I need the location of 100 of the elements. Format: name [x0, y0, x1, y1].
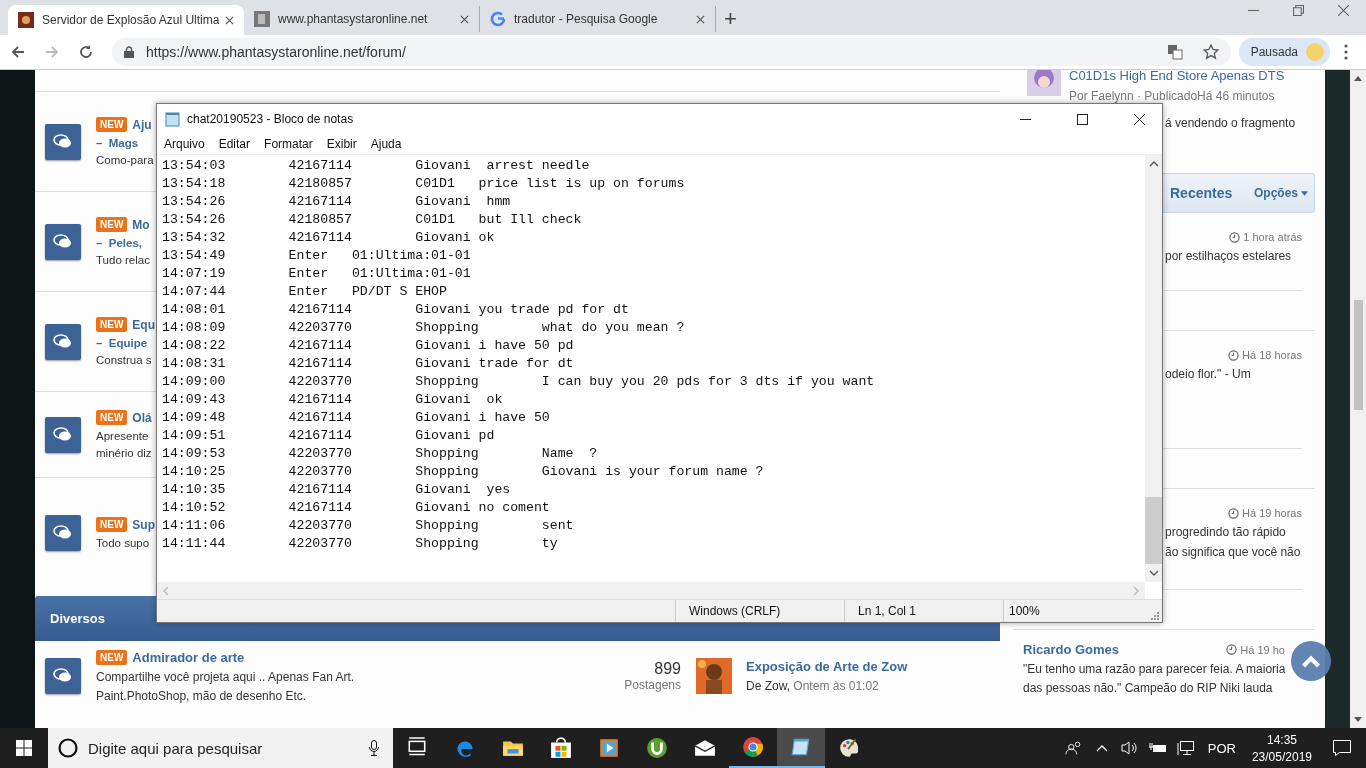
status-text: Ln 1, Col 1: [844, 600, 1003, 622]
post-excerpt: progredindo tão rápido: [1165, 524, 1286, 541]
notification-icon[interactable]: [1332, 739, 1352, 757]
forum-icon[interactable]: [45, 123, 81, 160]
status-text: Windows (CRLF): [675, 600, 844, 622]
log-line: 14:11:06 42203770 Shopping sent: [162, 517, 574, 535]
menu-item[interactable]: Formatar: [264, 137, 313, 151]
profile-button[interactable]: Pausada: [1238, 38, 1330, 66]
search-field[interactable]: Digite aqui para pesquisar: [48, 728, 393, 768]
site-icon: [254, 11, 270, 27]
clock-date[interactable]: 23/05/2019: [1251, 749, 1312, 764]
forum-icon[interactable]: [45, 515, 81, 551]
circle-icon: [58, 738, 78, 758]
forum-title[interactable]: Aju: [132, 117, 152, 132]
scroll-thumb[interactable]: [1145, 497, 1162, 564]
forum-icon[interactable]: [45, 323, 81, 360]
log-line: 13:54:32 42167114 Giovani ok: [162, 229, 495, 247]
new-badge: NEW: [96, 117, 128, 132]
scroll-thumb[interactable]: [1353, 300, 1363, 410]
topic-title[interactable]: C01D1s High End Store Apenas DTS: [1069, 70, 1285, 83]
forum-icon[interactable]: [45, 416, 81, 453]
close-icon[interactable]: [225, 15, 234, 25]
maximize-icon[interactable]: [1077, 113, 1088, 125]
back-icon[interactable]: [10, 44, 26, 60]
browser-tab[interactable]: Servidor de Explosão Azul Ultima: [8, 5, 244, 35]
menu-item[interactable]: Editar: [218, 137, 251, 151]
scroll-down-icon[interactable]: [1148, 570, 1159, 576]
browser-tab[interactable]: www.phantasystaronline.net: [244, 6, 480, 32]
log-line: 14:10:25 42203770 Shopping Giovani is your forum name ?: [162, 463, 764, 481]
site-icon: [18, 12, 34, 28]
address-bar[interactable]: https://www.phantasystaronline.net/forum/: [112, 38, 1231, 66]
forum-description: Compartilhe você projeta aqui .. Apenas Fan Art.: [96, 669, 355, 684]
post-time: Há 19 horas: [1242, 507, 1302, 519]
menu-item[interactable]: Exibir: [326, 137, 357, 151]
scrollbar[interactable]: [1145, 155, 1162, 582]
log-line: 14:08:01 42167114 Giovani you trade pd for dt: [162, 301, 629, 319]
close-icon[interactable]: [1134, 113, 1145, 125]
forum-description: minério diz: [96, 447, 152, 459]
restore-icon[interactable]: [1293, 5, 1304, 16]
taskbar-app[interactable]: [777, 728, 825, 768]
last-post-author[interactable]: De Zow,: [746, 679, 790, 693]
post-excerpt: ão significa que você não: [1165, 544, 1301, 561]
forum-title[interactable]: Mo: [132, 217, 150, 232]
palette-icon: [838, 737, 860, 759]
new-badge: NEW: [96, 649, 128, 665]
star-icon[interactable]: [1202, 44, 1219, 60]
forum-description: Todo supo: [96, 537, 150, 549]
new-badge: NEW: [96, 317, 128, 332]
log-line: 14:07:44 Enter PD/DT S EHOP: [162, 283, 447, 301]
translate-icon[interactable]: [1166, 44, 1183, 60]
post-time: 1 hora atrás: [1243, 231, 1302, 243]
menu-item[interactable]: Ajuda: [370, 137, 402, 151]
forum-icon[interactable]: [45, 223, 81, 260]
post-author[interactable]: Ricardo Gomes: [1023, 642, 1227, 657]
post-time: Há 18 horas: [1242, 349, 1302, 361]
forum-description: Tudo relac: [96, 254, 150, 266]
clock-time[interactable]: 14:35: [1266, 732, 1297, 747]
forum-title[interactable]: Olá: [132, 410, 152, 425]
post-excerpt: odeio flor." - Um: [1165, 366, 1251, 383]
microphone-icon[interactable]: [369, 740, 379, 756]
chevron-up-icon: [1301, 654, 1321, 668]
network-icon[interactable]: [1176, 740, 1195, 756]
forum-title[interactable]: Sup: [132, 517, 155, 532]
new-tab-button[interactable]: +: [716, 7, 745, 31]
forum-icon[interactable]: [45, 658, 81, 694]
people-icon[interactable]: [1064, 740, 1083, 756]
scroll-up-icon[interactable]: [1354, 76, 1362, 81]
new-badge: NEW: [96, 517, 128, 532]
browser-icon: [742, 736, 764, 758]
language-indicator[interactable]: POR: [1207, 740, 1236, 756]
post-count-label: Postagens: [623, 678, 681, 692]
log-line: 13:54:18 42180857 C01D1 price list is up on forums: [162, 175, 685, 193]
subforum-link[interactable]: – Peles,: [96, 237, 143, 249]
log-line: 14:07:19 Enter 01:Ultima:01-01: [162, 265, 471, 283]
scrollbar[interactable]: [1350, 70, 1366, 728]
log-line: 14:09:53 42203770 Shopping Name ?: [162, 445, 598, 463]
post-excerpt: das pessoas não." Campeão do RIP Niki lauda: [1023, 680, 1274, 697]
menu-icon[interactable]: [1344, 44, 1348, 60]
forum-title[interactable]: Equ: [132, 317, 155, 332]
scroll-up-icon[interactable]: [1148, 161, 1159, 167]
volume-icon[interactable]: [1120, 740, 1139, 756]
reload-icon[interactable]: [78, 44, 94, 60]
window-title: chat20190523 - Bloco de notas: [187, 112, 354, 126]
browser-tab[interactable]: tradutor - Pesquisa Google: [480, 6, 716, 32]
options-button[interactable]: Opções: [1254, 186, 1308, 200]
log-line: 14:09:48 42167114 Giovani i have 50: [162, 409, 550, 427]
post-time: Há 19 ho: [1240, 643, 1285, 656]
logo-icon: [490, 11, 506, 27]
subforum-link[interactable]: – Equipe: [96, 337, 148, 349]
resize-grip-icon[interactable]: [1149, 610, 1159, 620]
subforum-link[interactable]: – Mags: [96, 137, 139, 149]
windows-icon[interactable]: [16, 740, 32, 756]
torrent-icon: [646, 737, 668, 759]
forum-title[interactable]: Admirador de arte: [132, 649, 245, 665]
last-post-title[interactable]: Exposição de Arte de Zow: [746, 659, 908, 674]
scroll-down-icon[interactable]: [1354, 717, 1362, 722]
log-line: 14:09:51 42167114 Giovani pd: [162, 427, 495, 445]
log-line: 14:08:22 42167114 Giovani i have 50 pd: [162, 337, 574, 355]
menu-item[interactable]: Arquivo: [164, 137, 205, 151]
avatar-icon: [1306, 43, 1324, 61]
